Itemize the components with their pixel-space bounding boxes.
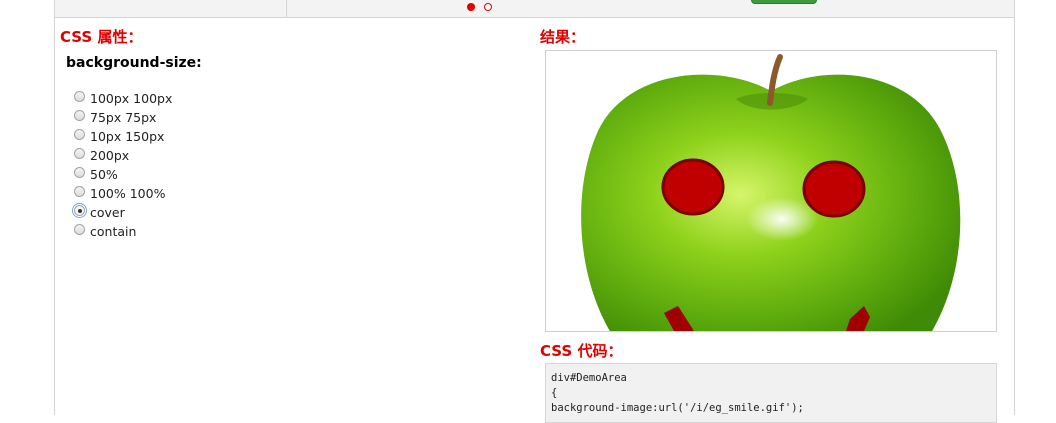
background-size-options: 100px 100px 75px 75px 10px 150px 200px 5… <box>72 89 172 241</box>
css-code-block: div#DemoArea { background-image:url('/i/eg… <box>545 363 997 423</box>
green-button[interactable] <box>751 0 817 4</box>
slide-dot-1[interactable] <box>467 3 475 11</box>
option-label: 100% 100% <box>90 186 166 201</box>
top-toolbar <box>55 0 1014 18</box>
property-name: background-size: <box>66 55 202 71</box>
slide-dot-2[interactable] <box>484 3 492 11</box>
option-item[interactable]: 100% 100% <box>74 184 172 203</box>
slider-pagination <box>467 3 492 15</box>
result-heading: 结果： <box>540 28 586 46</box>
option-label: 200px <box>90 148 130 163</box>
radio-button-selected[interactable] <box>72 203 87 218</box>
radio-button[interactable] <box>74 224 85 235</box>
option-item[interactable]: 50% <box>74 165 172 184</box>
option-label: 10px 150px <box>90 129 165 144</box>
option-label: 100px 100px <box>90 91 173 106</box>
code-line: div#DemoArea <box>551 372 627 384</box>
option-label: 75px 75px <box>90 110 157 125</box>
code-line: background-image:url('/i/eg_smile.gif'); <box>551 402 804 414</box>
radio-button[interactable] <box>74 186 85 197</box>
option-item[interactable]: 10px 150px <box>74 127 172 146</box>
radio-button[interactable] <box>74 148 85 159</box>
option-item[interactable]: 75px 75px <box>74 108 172 127</box>
smiley-apple-image <box>581 54 961 331</box>
code-line: { <box>551 387 558 399</box>
option-label: cover <box>90 205 125 220</box>
radio-button[interactable] <box>74 167 85 178</box>
option-item[interactable]: 200px <box>74 146 172 165</box>
option-item[interactable]: cover <box>72 203 172 222</box>
option-label: contain <box>90 224 137 239</box>
option-item[interactable]: 100px 100px <box>74 89 172 108</box>
toolbar-divider <box>286 0 287 18</box>
demo-frame: CSS 属性： background-size: 100px 100px 75p… <box>54 0 1015 423</box>
radio-button[interactable] <box>74 129 85 140</box>
demo-area <box>545 50 997 332</box>
css-code-heading: CSS 代码： <box>540 342 623 360</box>
option-item[interactable]: contain <box>74 222 172 241</box>
left-eye <box>661 158 725 216</box>
radio-button[interactable] <box>74 91 85 102</box>
radio-button[interactable] <box>74 110 85 121</box>
css-property-heading: CSS 属性： <box>60 28 143 46</box>
option-label: 50% <box>90 167 118 182</box>
apple-highlight <box>746 197 818 241</box>
